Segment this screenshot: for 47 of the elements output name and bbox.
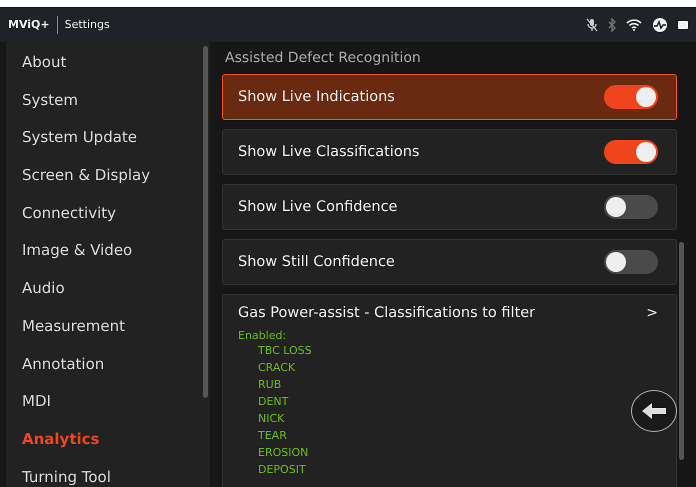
classification-item: DENT — [258, 394, 290, 410]
section-title: Assisted Defect Recognition — [225, 50, 422, 66]
setting-label: Show Live Confidence — [238, 199, 398, 215]
sidebar-item[interactable]: Screen & Display — [6, 162, 210, 200]
pulse-icon — [652, 16, 668, 32]
window-title: Settings — [64, 18, 110, 31]
sidebar-item[interactable]: Measurement — [6, 312, 210, 350]
toggle-switch[interactable] — [604, 85, 658, 109]
sidebar-item[interactable]: Image & Video — [6, 237, 210, 276]
sidebar-item[interactable]: System Update — [6, 124, 210, 162]
setting-label: Show Live Classifications — [238, 144, 420, 160]
wifi-icon — [626, 18, 642, 30]
bluetooth-icon — [608, 18, 616, 32]
setting-row[interactable]: Show Live Confidence — [222, 184, 677, 230]
scrollbar[interactable] — [203, 46, 208, 398]
classification-item: TBC LOSS — [258, 343, 313, 359]
toggle-switch[interactable] — [604, 195, 658, 219]
sidebar-item[interactable]: Audio — [6, 275, 210, 313]
filter-card[interactable]: Gas Power-assist - Classifications to filter > Enabled: TBC LOSS CRACK RUB DENT NICK TEAR EROSION DEPOSIT — [222, 294, 677, 487]
classification-item: TEAR — [258, 428, 288, 444]
setting-row[interactable]: Show Live Classifications — [222, 129, 677, 175]
toggle-switch[interactable] — [604, 140, 658, 164]
classification-item: RUB — [258, 377, 282, 393]
chevron-icon: > — [646, 305, 658, 321]
classification-item: NICK — [258, 411, 286, 427]
setting-row[interactable]: Show Still Confidence — [222, 239, 677, 285]
battery-icon — [678, 20, 688, 30]
sidebar-item[interactable]: Annotation — [6, 350, 210, 388]
sidebar-item[interactable]: MDI — [6, 388, 210, 426]
filter-title: Gas Power-assist - Classifications to filter — [238, 305, 536, 321]
toggle-switch[interactable] — [604, 250, 658, 274]
sidebar-item[interactable]: Connectivity — [6, 200, 210, 238]
setting-label: Show Live Indications — [238, 89, 395, 105]
brand-logo: MViQ+ — [8, 18, 50, 31]
classification-item: EROSION — [258, 445, 310, 461]
sidebar-item[interactable]: About — [6, 49, 210, 87]
setting-row[interactable]: Show Live Indications — [222, 74, 677, 120]
enabled-label: Enabled: — [238, 329, 288, 342]
classification-item: DEPOSIT — [258, 462, 307, 478]
setting-label: Show Still Confidence — [238, 254, 395, 270]
scrollbar[interactable] — [679, 242, 684, 460]
microphone-muted-icon — [586, 18, 598, 32]
sidebar-item[interactable]: Turning Tool — [6, 464, 210, 487]
classification-item: CRACK — [258, 360, 296, 376]
sidebar-item[interactable]: System — [6, 86, 210, 124]
left-arrow-icon — [641, 402, 667, 420]
sidebar-item[interactable]: Analytics — [6, 426, 210, 464]
